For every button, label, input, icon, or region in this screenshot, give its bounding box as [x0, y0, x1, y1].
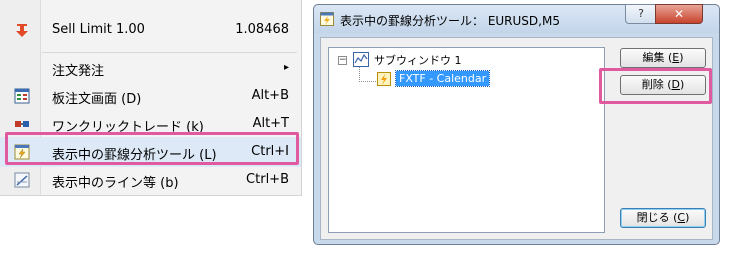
edit-button-label: 編集: [642, 51, 665, 64]
menu-item-shortcut: Ctrl+B: [246, 172, 289, 187]
menu-item-sell-limit[interactable]: Sell Limit 1.00 1.08468: [0, 15, 301, 45]
menu-item-price: 1.08468: [235, 22, 289, 37]
close-button-label: 閉じる: [636, 211, 670, 224]
menu-item-label: 表示中のライン等 (b): [52, 176, 179, 191]
tree-connector: [359, 67, 378, 82]
edit-accelerator: E: [672, 51, 680, 64]
dialog-titlebar[interactable]: 表示中の罫線分析ツール： EURUSD,M5 ? ✕: [314, 4, 719, 33]
tree-node-subwindow[interactable]: サブウィンドウ 1: [374, 52, 462, 68]
highlight-frame-delete: [599, 68, 712, 104]
context-menu: Sell Limit 1.00 1.08468 注文発注 ▸ 板注文画面 (D)…: [0, 0, 302, 196]
indicator-icon: [377, 72, 391, 86]
menu-item-label: Sell Limit 1.00: [52, 22, 145, 37]
collapse-icon[interactable]: −: [338, 56, 347, 65]
menu-item-label: 板注文画面 (D): [52, 92, 142, 107]
subwindow-icon: [353, 52, 369, 67]
tools-tree[interactable]: − サブウィンドウ 1 FXTF - Calendar: [328, 47, 605, 233]
lines-list-icon: [14, 172, 30, 188]
help-button[interactable]: ?: [625, 4, 657, 24]
close-button[interactable]: 閉じる (C): [620, 208, 706, 228]
menu-item-shortcut: Alt+T: [252, 116, 289, 131]
highlight-frame-menu: [5, 132, 299, 165]
menu-item-label: 注文発注: [52, 64, 105, 79]
order-board-icon: [14, 88, 30, 104]
sell-limit-arrow-icon: [16, 24, 28, 37]
tree-node-calendar[interactable]: FXTF - Calendar: [394, 70, 491, 87]
analysis-tools-dialog: 表示中の罫線分析ツール： EURUSD,M5 ? ✕ − サブウィンドウ 1 F…: [313, 4, 720, 245]
dialog-title: 表示中の罫線分析ツール： EURUSD,M5: [340, 14, 560, 28]
menu-item-lines[interactable]: 表示中のライン等 (b) Ctrl+B: [0, 165, 301, 195]
close-window-button[interactable]: ✕: [655, 4, 703, 24]
analysis-tools-list-icon: [320, 12, 334, 26]
one-click-trade-icon: [15, 121, 29, 127]
edit-button[interactable]: 編集 (E): [620, 48, 706, 68]
menu-item-order-board[interactable]: 板注文画面 (D) Alt+B: [0, 81, 301, 111]
submenu-arrow-icon: ▸: [283, 62, 289, 73]
menu-item-shortcut: Alt+B: [251, 88, 289, 103]
menu-item-order[interactable]: 注文発注 ▸: [0, 53, 301, 83]
close-accelerator: C: [677, 211, 686, 224]
